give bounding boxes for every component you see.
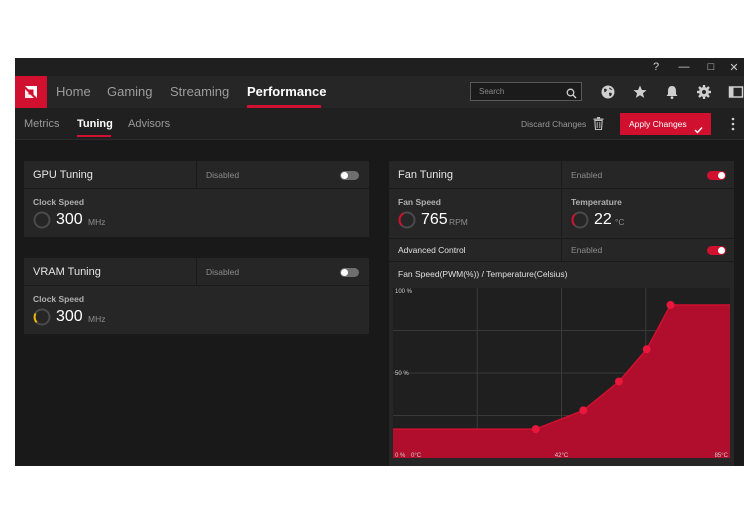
fan-tuning-title: Fan Tuning [398, 169, 454, 181]
toggle-knob [341, 172, 348, 179]
tab-advisors[interactable]: Advisors [128, 108, 170, 140]
gpu-clock-speed-label: Clock Speed [33, 197, 85, 207]
fan-curve-point[interactable] [642, 345, 651, 354]
vram-tuning-title: VRAM Tuning [33, 266, 101, 278]
tab-gaming[interactable]: Gaming [107, 76, 153, 108]
apply-changes-button[interactable]: Apply Changes [620, 113, 711, 135]
tuning-content: GPU Tuning Disabled Clock Speed 300 MHz … [15, 140, 744, 466]
toggle-knob [718, 172, 725, 179]
advanced-divider [561, 239, 562, 261]
gpu-tuning-title: GPU Tuning [33, 169, 93, 181]
tab-home[interactable]: Home [56, 76, 91, 108]
temperature-unit: °C [615, 217, 625, 227]
metrics-divider [561, 189, 562, 237]
star-icon[interactable] [632, 84, 648, 100]
temperature-value: 22 [594, 211, 612, 228]
toggle-knob [718, 247, 725, 254]
sidebar-toggle-icon[interactable] [728, 84, 744, 100]
apply-changes-label: Apply Changes [629, 119, 687, 129]
gpu-tuning-header: GPU Tuning Disabled [24, 161, 369, 189]
fan-speed-gauge-icon [398, 211, 416, 229]
gpu-clock-speed-unit: MHz [88, 217, 106, 227]
chart-y-tick-label: 50 % [395, 371, 409, 377]
header-divider [196, 258, 197, 286]
advanced-control-row: Advanced Control Enabled [389, 238, 734, 262]
fan-tuning-header: Fan Tuning Enabled [389, 161, 734, 189]
fan-curve-point[interactable] [579, 406, 588, 415]
vram-tuning-header: VRAM Tuning Disabled [24, 258, 369, 286]
globe-icon[interactable] [600, 84, 616, 100]
title-bar: ? — □ ✕ [15, 58, 744, 76]
fan-speed-value: 765 [421, 211, 448, 228]
radeon-settings-window: ? — □ ✕ Home Gaming Streaming Performanc… [15, 58, 744, 466]
help-icon[interactable]: ? [643, 58, 669, 76]
chart-y-tick-label: 0 % [395, 453, 406, 459]
more-options-icon[interactable] [731, 117, 735, 131]
tab-performance[interactable]: Performance [247, 76, 326, 108]
close-icon[interactable]: ✕ [721, 58, 744, 76]
active-subtab-indicator [77, 135, 111, 137]
header-divider [561, 161, 562, 189]
vram-tuning-state: Disabled [206, 267, 240, 277]
gear-icon[interactable] [696, 84, 712, 100]
header-divider [196, 161, 197, 189]
gpu-clock-speed-value: 300 [56, 211, 83, 228]
trash-icon[interactable] [593, 117, 604, 135]
minimize-icon[interactable]: — [671, 58, 697, 76]
chart-x-tick-label: 0°C [411, 453, 422, 459]
fan-tuning-toggle[interactable] [707, 171, 726, 180]
check-icon [694, 120, 703, 142]
vram-clock-gauge-icon [33, 308, 51, 326]
fan-tuning-state: Enabled [571, 170, 603, 180]
toggle-knob [341, 269, 348, 276]
fan-curve-chart[interactable]: 100 % 50 % 0 % 0°C 42°C 85°C [389, 286, 734, 461]
chart-x-tick-label: 42°C [555, 453, 569, 459]
fan-speed-label: Fan Speed [398, 197, 441, 207]
fan-curve-point[interactable] [531, 425, 540, 434]
temperature-gauge-icon [571, 211, 589, 229]
bell-icon[interactable] [664, 84, 680, 100]
search-icon[interactable] [566, 86, 577, 104]
vram-tuning-card: VRAM Tuning Disabled Clock Speed 300 MHz [24, 258, 369, 334]
vram-clock-speed-unit: MHz [88, 314, 106, 324]
temperature-label: Temperature [571, 197, 622, 207]
sub-navigation: Metrics Tuning Advisors Discard Changes … [15, 108, 744, 140]
chart-y-tick-label: 100 % [395, 289, 413, 295]
tab-streaming[interactable]: Streaming [170, 76, 229, 108]
fan-curve-title: Fan Speed(PWM(%)) / Temperature(Celsius) [398, 269, 568, 279]
gpu-tuning-card: GPU Tuning Disabled Clock Speed 300 MHz [24, 161, 369, 237]
search-placeholder: Search [479, 87, 505, 96]
top-navigation: Home Gaming Streaming Performance Search [15, 76, 744, 108]
vram-clock-speed-label: Clock Speed [33, 294, 85, 304]
discard-changes-button[interactable]: Discard Changes [521, 108, 586, 140]
advanced-control-label: Advanced Control [398, 245, 466, 255]
search-input[interactable]: Search [470, 82, 582, 101]
tab-metrics[interactable]: Metrics [24, 108, 59, 140]
gpu-clock-gauge-icon [33, 211, 51, 229]
fan-speed-unit: RPM [449, 217, 468, 227]
gpu-tuning-toggle[interactable] [340, 171, 359, 180]
fan-curve-point[interactable] [614, 377, 623, 386]
vram-tuning-toggle[interactable] [340, 268, 359, 277]
amd-logo-icon[interactable] [15, 76, 47, 108]
vram-clock-speed-value: 300 [56, 308, 83, 325]
advanced-control-state: Enabled [571, 245, 603, 255]
chart-x-tick-label: 85°C [715, 453, 729, 459]
gpu-tuning-state: Disabled [206, 170, 240, 180]
advanced-control-toggle[interactable] [707, 246, 726, 255]
fan-curve-point[interactable] [666, 301, 675, 309]
fan-tuning-card: Fan Tuning Enabled Fan Speed 765 RPM Tem… [389, 161, 734, 466]
